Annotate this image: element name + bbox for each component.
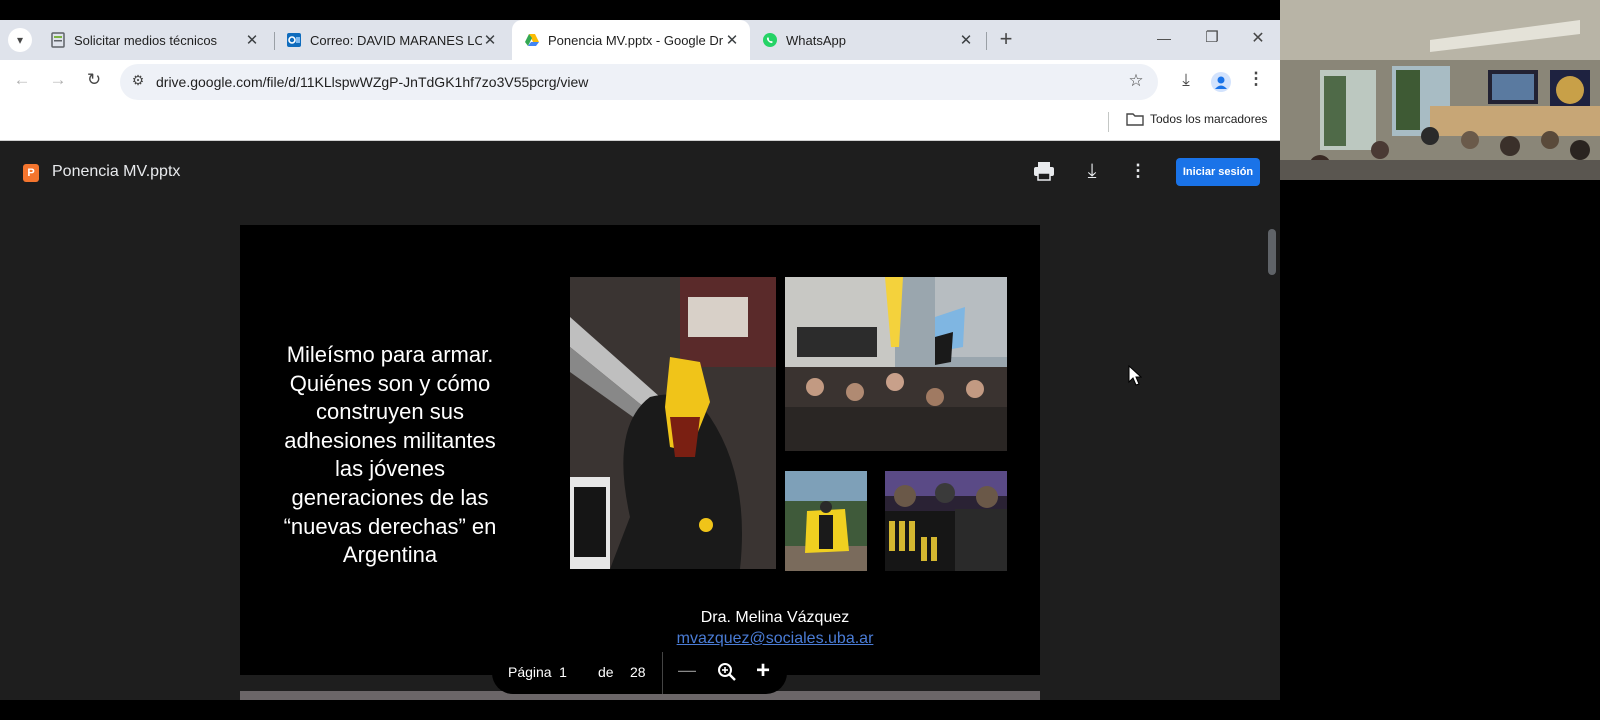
close-icon[interactable]: ✕ [244,31,260,49]
close-window-icon[interactable]: ✕ [1244,28,1272,48]
print-icon[interactable] [1030,161,1058,186]
photo-crowd-stage [885,471,1007,571]
tab-ponencia[interactable]: Ponencia MV.pptx - Google Dri ✕ [512,20,750,60]
tab-strip: ▾ Solicitar medios técnicos ✕ Correo: DA… [0,20,1280,60]
signin-button[interactable]: Iniciar sesión [1176,158,1260,186]
slide-1: Mileísmo para armar. Quiénes son y cómo … [240,225,1040,675]
new-tab-icon[interactable]: + [994,28,1018,52]
tab-label: Solicitar medios técnicos [74,32,218,48]
url-text: drive.google.com/file/d/11KLlspwWZgP-JnT… [156,74,589,90]
drive-file-viewer: P Ponencia MV.pptx ⤓ ⋮ Iniciar sesión Mi… [0,141,1280,700]
page-navigation-bar: Página 1 de 28 — + [492,652,787,694]
of-label: de [598,664,614,680]
browser-menu-icon[interactable]: ⋮ [1246,69,1266,89]
file-name: Ponencia MV.pptx [52,163,181,180]
slide-title-line: generaciones de las [291,484,489,510]
tab-label: Ponencia MV.pptx - Google Dri [548,32,724,48]
zoom-icon[interactable] [716,661,738,686]
all-bookmarks-label: Todos los marcadores [1150,112,1268,126]
slide-title: Mileísmo para armar. Quiénes son y cómo … [270,341,510,570]
slide-email-link[interactable]: mvazquez@sociales.uba.ar [640,630,910,648]
tab-solicitar[interactable]: Solicitar medios técnicos ✕ [38,20,270,60]
google-drive-icon [524,32,540,48]
video-conference-feed [1280,0,1600,180]
viewer-scrollbar[interactable] [1268,229,1276,275]
zoom-in-icon[interactable]: + [756,657,770,685]
browser-toolbar: ← → ↻ ⚙ drive.google.com/file/d/11KLlspw… [0,60,1280,104]
tab-correo[interactable]: Correo: DAVID MARANES LOPE ✕ [274,20,508,60]
tab-label: Correo: DAVID MARANES LOPE [310,32,482,48]
minimize-icon[interactable]: — [1150,30,1178,46]
mouse-cursor-icon [1128,364,1143,392]
bookmark-star-icon[interactable]: ☆ [1124,71,1148,91]
profile-avatar[interactable] [1211,72,1231,92]
total-pages: 28 [630,664,646,680]
site-settings-icon[interactable]: ⚙ [128,72,148,89]
current-page-input[interactable]: 1 [556,664,570,680]
person-icon [1215,76,1227,89]
download-icon[interactable]: ⤓ [1174,70,1198,90]
slide-title-line: Mileísmo para armar. [286,342,494,367]
forward-icon[interactable]: → [46,70,70,90]
close-icon[interactable]: ✕ [958,31,974,49]
viewer-header: P Ponencia MV.pptx ⤓ ⋮ Iniciar sesión [0,141,1280,203]
photo-masked-militant [570,277,776,569]
slide-title-line: las jóvenes [334,456,446,482]
bookmarks-divider [1108,112,1109,132]
page-label: Página [508,664,552,680]
whatsapp-icon [762,32,778,48]
close-icon[interactable]: ✕ [724,31,740,49]
slide-title-line: Argentina [342,542,438,568]
zoom-out-icon[interactable]: — [678,660,696,681]
photo-yellow-flag [785,471,867,571]
photo-street-rally [785,277,1007,451]
tab-search-icon[interactable]: ▾ [8,28,32,52]
pagebar-divider [662,652,663,694]
slide-title-line: adhesiones militantes [284,427,496,453]
more-options-icon[interactable]: ⋮ [1128,161,1148,181]
reload-icon[interactable]: ↻ [82,70,106,90]
bookmarks-bar: Todos los marcadores [0,104,1280,141]
powerpoint-icon: P [23,164,39,182]
back-icon[interactable]: ← [10,70,34,90]
download-icon[interactable]: ⤓ [1078,160,1106,183]
slide-title-line: “nuevas derechas” en [283,513,497,539]
address-bar[interactable]: ⚙ drive.google.com/file/d/11KLlspwWZgP-J… [120,64,1158,100]
outlook-icon [286,32,302,48]
tab-whatsapp[interactable]: WhatsApp ✕ [750,20,984,60]
all-bookmarks-folder[interactable]: Todos los marcadores [1126,112,1267,126]
form-icon [50,32,66,48]
close-icon[interactable]: ✕ [482,31,498,49]
restore-icon[interactable]: ❐ [1198,28,1226,46]
slide-title-line: construyen sus [316,399,464,425]
tab-divider [986,32,987,50]
slide-author: Dra. Melina Vázquez [700,609,850,626]
browser-window: ▾ Solicitar medios técnicos ✕ Correo: DA… [0,20,1280,700]
folder-icon [1126,113,1144,126]
slide-title-line: Quiénes son y cómo [289,370,491,396]
tab-label: WhatsApp [786,32,846,48]
